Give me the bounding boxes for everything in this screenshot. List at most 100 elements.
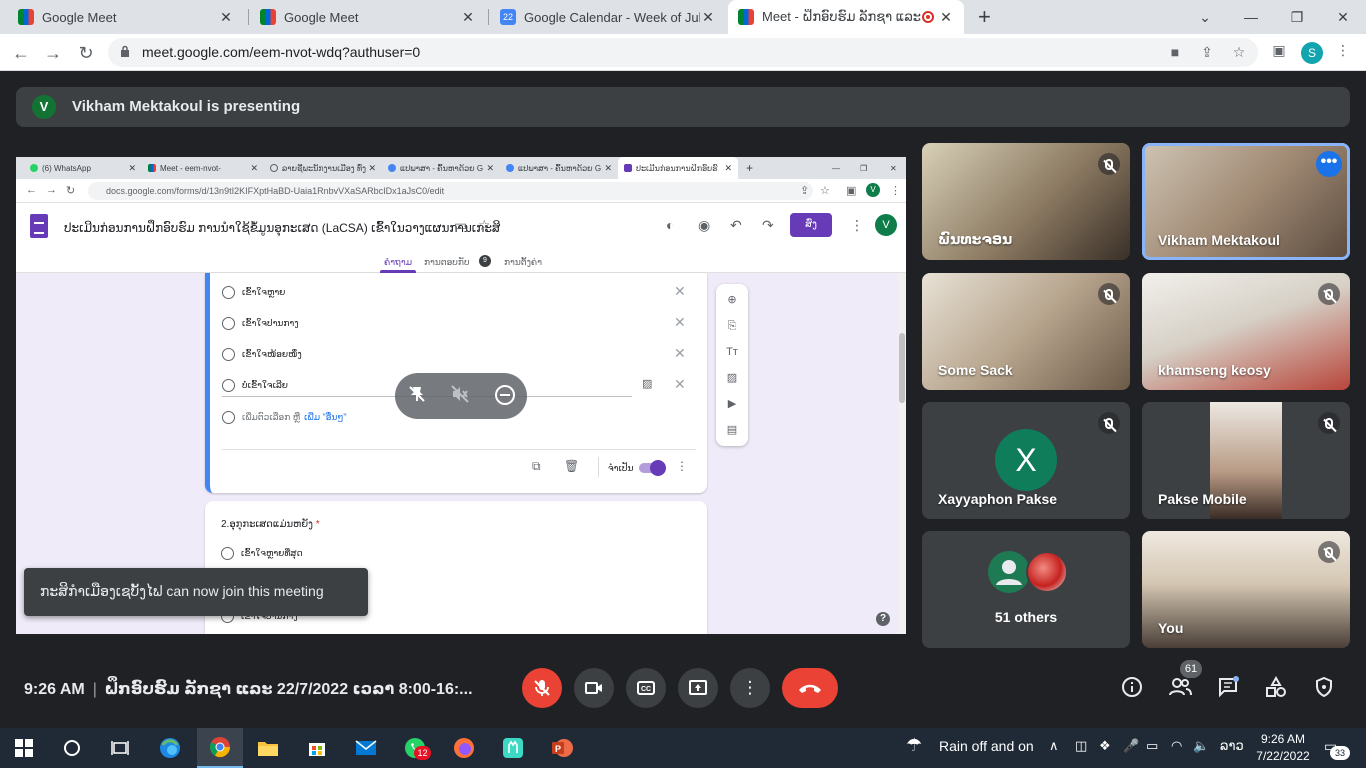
others-tile[interactable]: 51 others [922, 531, 1130, 648]
minimize-icon[interactable]: — [1228, 0, 1274, 34]
star-icon: ☆ [478, 217, 491, 233]
more-vert-icon: ⋮ [850, 217, 864, 233]
google-forms-logo-icon [30, 214, 48, 238]
participant-name: Xayyaphon Pakse [938, 491, 1058, 507]
people-icon[interactable] [1167, 676, 1193, 702]
reload-icon[interactable]: ↻ [75, 42, 97, 64]
host-controls-icon[interactable] [1311, 676, 1337, 702]
side-panel-icon[interactable]: ▣ [1270, 42, 1288, 60]
participant-name: Vikham Mektakoul [1158, 232, 1280, 248]
add-image-icon: ▨ [726, 372, 738, 384]
participant-tile[interactable]: Pakse Mobile [1142, 402, 1350, 519]
battery-icon[interactable]: ▭ [1146, 738, 1158, 754]
remove-option-icon: ✕ [674, 283, 686, 299]
close-tab-icon[interactable]: ✕ [460, 9, 476, 26]
toggle-microphone-button[interactable] [522, 668, 562, 708]
required-toggle [639, 460, 666, 476]
notification-center-icon[interactable]: ▭ 33 [1322, 738, 1356, 760]
meeting-info-icon[interactable] [1119, 676, 1145, 702]
task-view-icon[interactable] [108, 736, 132, 760]
leave-call-button[interactable] [782, 668, 838, 708]
remove-icon[interactable] [493, 384, 517, 408]
restore-icon[interactable]: ❐ [1274, 0, 1320, 34]
app-icon[interactable] [501, 736, 525, 760]
shared-tab: (6) WhatsApp ✕ [24, 157, 142, 179]
chat-icon[interactable] [1215, 676, 1241, 702]
folder-icon: ▭ [454, 217, 468, 233]
close-tab-icon[interactable]: ✕ [700, 9, 716, 26]
camera-icon[interactable]: ■ [1166, 44, 1184, 62]
close-window-icon[interactable]: ✕ [1320, 0, 1366, 34]
shared-tab-strip: (6) WhatsApp ✕ Meet - eem-nvot- ✕ ລາຍຊື່ພະ… [16, 157, 906, 179]
meet-tray-icon[interactable]: ◫ [1075, 738, 1087, 754]
participant-tile-active-speaker[interactable]: ••• Vikham Mektakoul [1142, 143, 1350, 260]
browser-tab-google-calendar[interactable]: 22 Google Calendar - Week of July 1 ✕ [490, 0, 726, 34]
close-tab-icon[interactable]: ✕ [938, 9, 954, 26]
participant-tile[interactable]: Some Sack [922, 273, 1130, 390]
lock-icon [121, 45, 129, 57]
shared-scrollbar [898, 273, 906, 634]
more-options-button[interactable]: ⋮ [730, 668, 770, 708]
close-tab-icon[interactable]: ✕ [218, 9, 234, 26]
microsoft-store-icon[interactable] [305, 736, 329, 760]
new-tab-button[interactable]: + [972, 0, 1002, 34]
notification-count: 33 [1330, 746, 1350, 760]
mic-off-icon [1098, 153, 1120, 175]
participant-tile[interactable]: X Xayyaphon Pakse [922, 402, 1130, 519]
windows-start-icon[interactable] [12, 736, 36, 760]
google-calendar-icon: 22 [500, 9, 516, 25]
back-arrow-icon[interactable]: ← [10, 42, 32, 64]
weather-rain-icon[interactable]: ☂ [906, 735, 922, 756]
wifi-icon[interactable]: ◠ [1171, 738, 1182, 754]
toggle-camera-button[interactable] [574, 668, 614, 708]
windows-taskbar: P [0, 728, 1366, 768]
tab-search-icon[interactable]: ⌄ [1182, 0, 1228, 34]
microphone-icon[interactable]: 🎤 [1123, 738, 1139, 754]
tab-title: Google Calendar - Week of July 1 [524, 9, 700, 25]
browser-tab-meet-active[interactable]: Meet - ຝຶກອົບຮົມ ລັກຊາ ແລະ 2 ✕ [728, 0, 964, 34]
more-options-icon[interactable]: ••• [1316, 151, 1342, 177]
self-tile[interactable]: You [1142, 531, 1350, 648]
powerpoint-icon[interactable]: P [550, 736, 574, 760]
edge-browser-icon[interactable] [158, 736, 182, 760]
input-language[interactable]: ລາວ [1220, 738, 1244, 754]
present-now-button[interactable] [678, 668, 718, 708]
browser-tab-google-meet-2[interactable]: Google Meet ✕ [250, 0, 486, 34]
profile-avatar[interactable]: S [1301, 42, 1323, 64]
captions-button[interactable]: CC [626, 668, 666, 708]
pin-off-icon[interactable] [405, 384, 429, 408]
participant-tile[interactable]: ພົນທະຈອນ [922, 143, 1130, 260]
google-meet-icon [738, 9, 754, 25]
option-item: ເຂົ້າໃຈປານກາງ [222, 314, 299, 332]
address-bar[interactable]: meet.google.com/eem-nvot-wdq?authuser=0 … [108, 38, 1258, 67]
shared-tab: ແປພາສາ - ຄົ້ນຫາດ້ວຍ G ✕ [500, 157, 618, 179]
search-icon[interactable] [60, 736, 84, 760]
url-text: meet.google.com/eem-nvot-wdq?authuser=0 [142, 44, 421, 60]
chrome-taskbar-icon[interactable] [197, 728, 243, 768]
bookmark-star-icon[interactable]: ☆ [1230, 44, 1248, 62]
add-title-icon: Tт [726, 346, 738, 358]
activities-icon[interactable] [1263, 675, 1289, 702]
participant-name: You [1158, 620, 1184, 636]
weather-widget[interactable]: Rain off and on [939, 738, 1034, 754]
recording-icon [922, 11, 934, 23]
browser-menu-icon[interactable]: ⋮ [1334, 42, 1352, 60]
chevron-up-icon[interactable]: ∧ [1049, 738, 1059, 754]
share-icon[interactable]: ⇪ [1198, 44, 1216, 62]
mic-off-icon [534, 680, 550, 696]
participant-avatar: X [995, 429, 1057, 491]
speaker-muted-icon[interactable]: 🔈 [1193, 738, 1209, 754]
browser-tab-google-meet-1[interactable]: Google Meet ✕ [8, 0, 244, 34]
dropbox-icon[interactable]: ❖ [1099, 738, 1111, 754]
google-meet-icon [260, 9, 276, 25]
participant-tile[interactable]: khamseng keosy [1142, 273, 1350, 390]
firefox-icon[interactable] [452, 736, 476, 760]
mute-audio-icon[interactable] [448, 384, 472, 408]
system-clock[interactable]: 9:26 AM 7/22/2022 [1250, 731, 1316, 765]
file-explorer-icon[interactable] [256, 736, 280, 760]
forward-arrow-icon[interactable]: → [42, 42, 64, 64]
mail-icon[interactable] [354, 736, 378, 760]
undo-icon: ↶ [730, 217, 742, 233]
radio-icon [222, 347, 235, 361]
forward-arrow-icon: → [46, 184, 57, 196]
